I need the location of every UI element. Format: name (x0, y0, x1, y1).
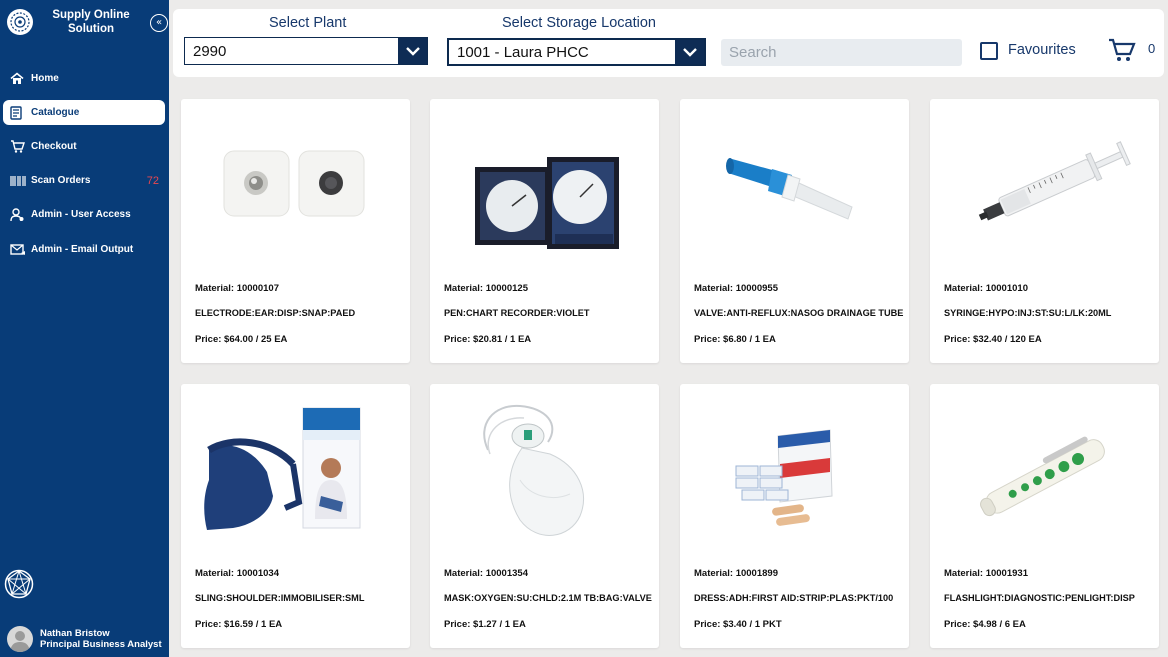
material-number: Material: 10001010 (944, 283, 1028, 294)
search-input[interactable] (721, 39, 962, 66)
user-role: Principal Business Analyst (40, 639, 162, 650)
material-number: Material: 10001931 (944, 568, 1028, 579)
favourites-label: Favourites (1008, 42, 1076, 58)
home-icon (10, 72, 30, 85)
material-number: Material: 10000125 (444, 283, 528, 294)
sidebar-item-label: Admin - User Access (31, 209, 131, 220)
product-card[interactable]: Material: 10000955 VALVE:ANTI-REFLUX:NAS… (680, 99, 909, 363)
plant-label: Select Plant (269, 15, 347, 31)
user-profile[interactable]: Nathan Bristow Principal Business Analys… (0, 620, 169, 657)
product-image-penlight (930, 384, 1159, 564)
product-price: Price: $64.00 / 25 EA (195, 334, 288, 345)
sidebar-item-catalogue[interactable]: Catalogue (3, 100, 165, 125)
scan-orders-count-badge: 72 (146, 174, 159, 187)
collapse-sidebar-icon[interactable]: « (150, 14, 168, 32)
product-card[interactable]: Material: 10001034 SLING:SHOULDER:IMMOBI… (181, 384, 410, 648)
product-description: FLASHLIGHT:DIAGNOSTIC:PENLIGHT:DISP (944, 593, 1135, 603)
sidebar-item-label: Checkout (31, 141, 77, 152)
product-description: VALVE:ANTI-REFLUX:NASOG DRAINAGE TUBE (694, 308, 904, 318)
plant-dropdown[interactable]: 2990 (184, 37, 428, 65)
product-description: ELECTRODE:EAR:DISP:SNAP:PAED (195, 308, 356, 318)
product-price: Price: $3.40 / 1 PKT (694, 619, 782, 630)
product-image-valve (680, 99, 909, 279)
product-description: SLING:SHOULDER:IMMOBILISER:SML (195, 593, 365, 603)
chevron-down-icon (675, 40, 704, 64)
material-number: Material: 10000107 (195, 283, 279, 294)
avatar (7, 626, 33, 652)
sidebar-item-admin-email-output[interactable]: Admin - Email Output (3, 237, 165, 262)
barcode-icon (10, 175, 30, 187)
cart-count: 0 (1148, 41, 1156, 56)
product-image-chart-recorder (430, 99, 659, 279)
product-card[interactable]: Material: 10000125 PEN:CHART RECORDER:VI… (430, 99, 659, 363)
product-price: Price: $4.98 / 6 EA (944, 619, 1026, 630)
app-title: Supply Online Solution (52, 9, 130, 35)
product-image-syringe (930, 99, 1159, 279)
product-image-electrode (181, 99, 410, 279)
chevron-down-icon (398, 38, 427, 64)
storage-location-dropdown[interactable]: 1001 - Laura PHCC (447, 38, 706, 66)
product-price: Price: $32.40 / 120 EA (944, 334, 1042, 345)
cart-icon (10, 140, 30, 153)
material-number: Material: 10001034 (195, 568, 279, 579)
brand: Supply Online Solution « (0, 0, 169, 46)
brand-logo-icon (7, 9, 33, 35)
product-description: DRESS:ADH:FIRST AID:STRIP:PLAS:PKT/100 (694, 593, 894, 603)
product-image-first-aid (680, 384, 909, 564)
product-price: Price: $1.27 / 1 EA (444, 619, 526, 630)
material-number: Material: 10001899 (694, 568, 778, 579)
product-description: PEN:CHART RECORDER:VIOLET (444, 308, 590, 318)
user-icon (10, 207, 30, 222)
product-price: Price: $20.81 / 1 EA (444, 334, 532, 345)
product-card[interactable]: Material: 10001354 MASK:OXYGEN:SU:CHLD:2… (430, 384, 659, 648)
sidebar-item-label: Scan Orders (31, 175, 91, 186)
material-number: Material: 10000955 (694, 283, 778, 294)
sidebar: Supply Online Solution « Home Catalogue … (0, 0, 169, 657)
product-card[interactable]: Material: 10001931 FLASHLIGHT:DIAGNOSTIC… (930, 384, 1159, 648)
sidebar-item-admin-user-access[interactable]: Admin - User Access (3, 202, 165, 227)
product-description: SYRINGE:HYPO:INJ:ST:SU:L/LK:20ML (944, 308, 1112, 318)
storage-location-label: Select Storage Location (502, 15, 656, 31)
user-name: Nathan Bristow (40, 628, 110, 639)
product-card[interactable]: Material: 10001010 SYRINGE:HYPO:INJ:ST:S… (930, 99, 1159, 363)
sidebar-item-label: Admin - Email Output (31, 244, 134, 255)
email-icon (10, 243, 30, 256)
material-number: Material: 10001354 (444, 568, 528, 579)
sidebar-item-scan-orders[interactable]: Scan Orders 72 (3, 168, 165, 193)
product-card[interactable]: Material: 10001899 DRESS:ADH:FIRST AID:S… (680, 384, 909, 648)
filter-bar: Select Plant 2990 Select Storage Locatio… (173, 9, 1164, 77)
favourites-checkbox[interactable] (980, 42, 998, 60)
sidebar-item-label: Catalogue (31, 107, 80, 118)
product-card[interactable]: Material: 10000107 ELECTRODE:EAR:DISP:SN… (181, 99, 410, 363)
product-price: Price: $6.80 / 1 EA (694, 334, 776, 345)
product-image-sling (181, 384, 410, 564)
cart-icon[interactable] (1108, 37, 1136, 63)
sidebar-item-home[interactable]: Home (3, 66, 165, 91)
product-description: MASK:OXYGEN:SU:CHLD:2.1M TB:BAG:VALVE (444, 593, 652, 603)
catalogue-icon (10, 105, 30, 120)
storage-location-value: 1001 - Laura PHCC (457, 44, 589, 61)
sidebar-item-label: Home (31, 73, 59, 84)
product-image-oxygen-mask (430, 384, 659, 564)
company-logo-icon (4, 569, 34, 599)
sidebar-item-checkout[interactable]: Checkout (3, 134, 165, 159)
product-price: Price: $16.59 / 1 EA (195, 619, 283, 630)
plant-value: 2990 (193, 43, 227, 60)
